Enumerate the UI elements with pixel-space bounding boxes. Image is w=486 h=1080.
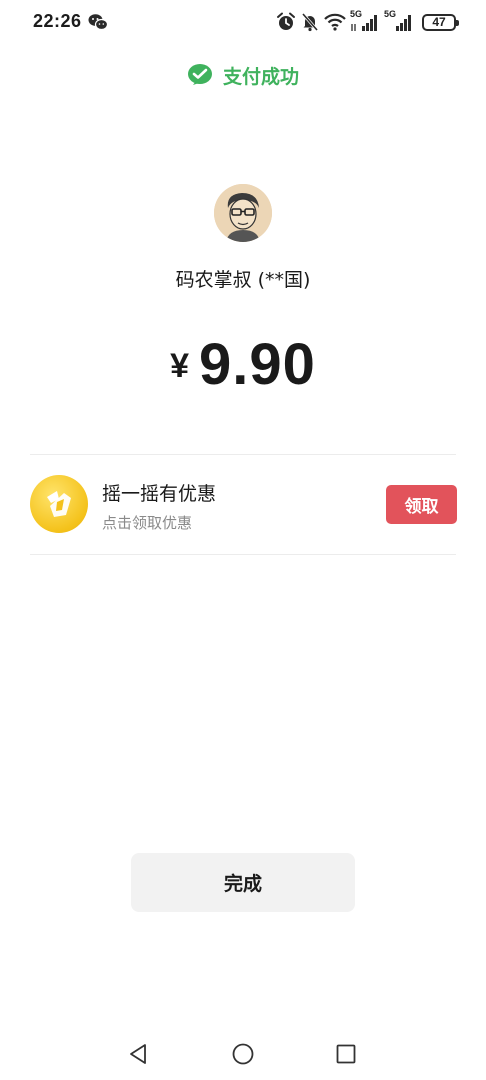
shake-promo-icon[interactable] — [30, 475, 88, 533]
payment-amount: ¥ 9.90 — [0, 330, 486, 400]
back-icon[interactable] — [128, 1043, 150, 1065]
avatar[interactable] — [214, 184, 272, 242]
done-button[interactable]: 完成 — [131, 853, 355, 912]
status-bar: 22:26 5G 5G 47 — [0, 0, 486, 44]
wechat-pay-icon — [187, 64, 212, 85]
alarm-icon — [277, 12, 295, 30]
recent-apps-icon[interactable] — [336, 1044, 356, 1064]
promo-subtitle: 点击领取优惠 — [102, 514, 193, 532]
promo-title: 摇一摇有优惠 — [102, 483, 217, 505]
payment-success-text: 支付成功 — [222, 65, 299, 88]
currency-symbol: ¥ — [170, 347, 190, 385]
wifi-icon — [324, 13, 346, 31]
home-icon[interactable] — [232, 1043, 254, 1065]
wechat-icon — [88, 14, 108, 31]
status-time: 22:26 — [33, 11, 82, 31]
merchant-name: 码农掌叔 (**国) — [175, 269, 311, 291]
signal-icon: 5G — [384, 9, 414, 33]
divider — [30, 554, 456, 555]
claim-button[interactable]: 领取 — [386, 485, 457, 524]
mute-bell-icon — [301, 13, 319, 32]
status-icons: 5G 5G 47 — [276, 9, 459, 33]
battery-icon: 47 — [422, 13, 459, 31]
amount-value: 9.90 — [199, 332, 316, 397]
signal-icon: 5G — [350, 9, 380, 33]
divider — [30, 454, 456, 455]
battery-level: 47 — [432, 15, 446, 29]
payment-success-header: 支付成功 — [0, 60, 486, 90]
